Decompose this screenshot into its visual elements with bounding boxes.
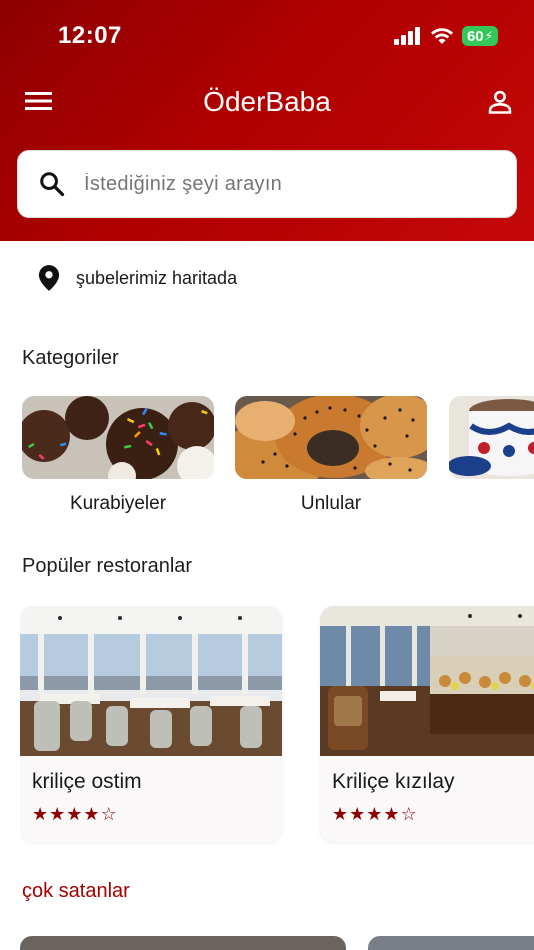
signal-icon [394,27,420,45]
star-empty-icon: ☆ [400,804,418,824]
status-icons: 60 ⚡ [394,26,498,46]
battery-icon: 60 ⚡ [462,26,498,46]
category-card-drinks[interactable]: İçe [449,396,534,515]
location-pin-icon [38,265,60,291]
rating-stars: ★★★★☆ [32,804,282,825]
restaurant-image [20,606,282,756]
category-label: İçe [449,493,534,515]
restaurant-name: Kriliçe kızılay [332,770,455,793]
category-image-pastries [235,396,427,479]
restaurant-image [320,606,534,756]
best-sellers-title: çok satanlar [22,880,130,902]
category-label: Kurabiyeler [69,493,167,514]
app-title: ÖderBaba [203,86,331,117]
restaurant-card[interactable]: Kriliçe kızılay ★★★★☆ [320,606,534,842]
user-icon[interactable] [486,88,514,116]
categories-carousel[interactable]: Kurabiyeler Unlular [22,396,534,526]
app-bar: ÖderBaba [0,80,534,126]
star-filled-icon: ★ [66,804,84,824]
best-sellers-carousel[interactable] [20,936,534,950]
star-filled-icon: ★ [383,804,401,824]
app-header: 12:07 60 ⚡ ÖderBaba [0,0,534,241]
popular-restaurants-title: Popüler restoranlar [22,555,193,577]
search-icon [40,172,65,197]
restaurant-card[interactable]: kriliçe ostim ★★★★☆ [20,606,282,842]
best-seller-card[interactable] [368,936,534,950]
rating-stars: ★★★★☆ [332,804,534,825]
star-empty-icon: ☆ [100,804,118,824]
branches-map-label: şubelerimiz haritada [76,267,238,288]
branches-map-link[interactable]: şubelerimiz haritada [38,264,237,292]
charging-bolt-icon: ⚡ [484,29,494,43]
menu-icon[interactable] [25,90,53,112]
best-seller-card[interactable] [20,936,346,950]
category-card-cookies[interactable]: Kurabiyeler [22,396,214,515]
category-label: Unlular [300,493,362,514]
star-filled-icon: ★ [49,804,67,824]
status-time: 12:07 [58,22,122,49]
star-filled-icon: ★ [349,804,367,824]
star-filled-icon: ★ [32,804,50,824]
restaurant-name: kriliçe ostim [32,770,142,793]
search-bar[interactable] [17,150,517,218]
wifi-icon [431,28,453,44]
star-filled-icon: ★ [332,804,350,824]
category-image-cookies [22,396,214,479]
popular-restaurants-carousel[interactable]: kriliçe ostim ★★★★☆ Kriliçe kızılay ★★★★… [20,606,534,846]
categories-title: Kategoriler [22,347,119,369]
battery-level: 60 [466,27,484,45]
status-bar: 12:07 60 ⚡ [0,0,534,72]
category-image-drinks [449,396,534,479]
search-input[interactable] [84,172,484,196]
star-filled-icon: ★ [366,804,384,824]
category-card-pastries[interactable]: Unlular [235,396,427,515]
star-filled-icon: ★ [83,804,101,824]
